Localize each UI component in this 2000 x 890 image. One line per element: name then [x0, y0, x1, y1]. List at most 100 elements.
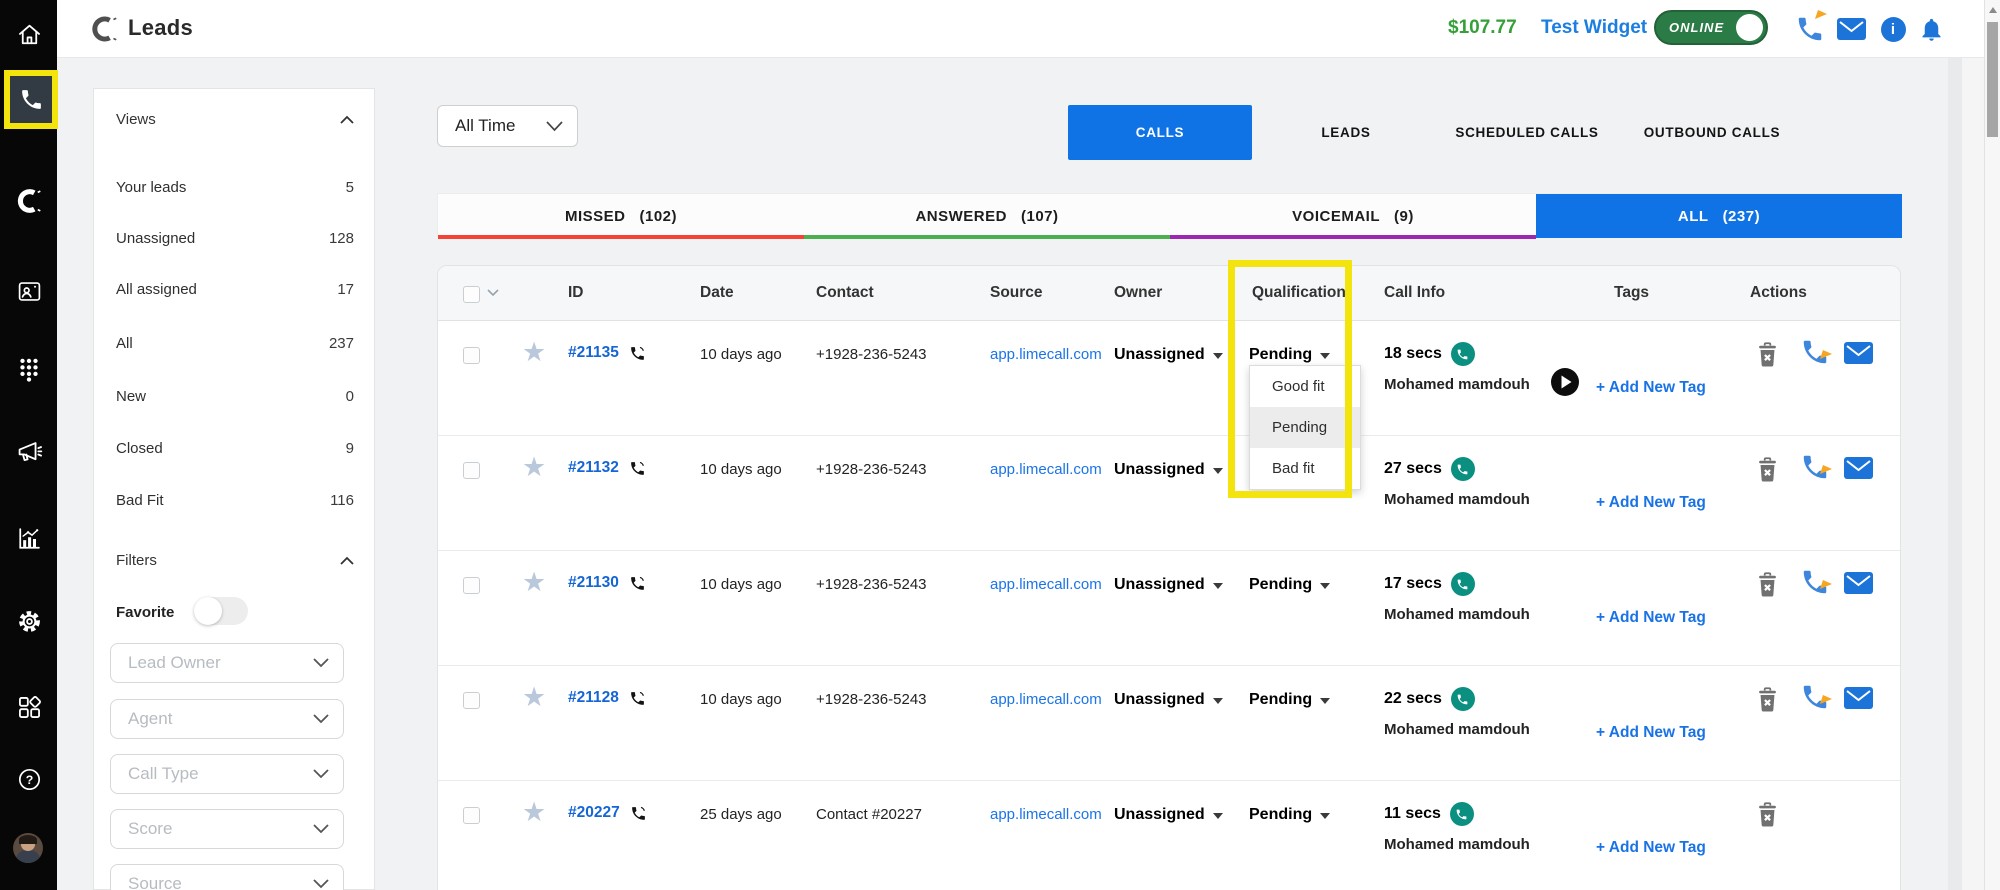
profile-avatar[interactable]: [13, 833, 43, 863]
delete-icon[interactable]: [1754, 686, 1781, 719]
tab-leads[interactable]: LEADS: [1300, 105, 1392, 160]
lead-id-link[interactable]: #20227: [568, 804, 620, 822]
filters-section-header[interactable]: Filters: [116, 552, 354, 569]
source-link[interactable]: app.limecall.com: [990, 461, 1102, 478]
collapse-chevron-up-icon[interactable]: [340, 115, 354, 124]
view-item-unassigned[interactable]: Unassigned128: [116, 230, 354, 247]
qualification-option-pending[interactable]: Pending: [1250, 407, 1360, 448]
add-new-tag-link[interactable]: + Add New Tag: [1596, 609, 1706, 627]
row-checkbox[interactable]: [463, 577, 480, 594]
collapse-chevron-up-icon[interactable]: [340, 556, 354, 565]
add-new-tag-link[interactable]: + Add New Tag: [1596, 839, 1706, 857]
lead-id-link[interactable]: #21130: [568, 574, 619, 592]
notifications-bell-icon[interactable]: [1915, 13, 1947, 45]
delete-icon[interactable]: [1754, 341, 1781, 374]
play-recording-button[interactable]: [1550, 367, 1580, 397]
info-icon[interactable]: i: [1877, 13, 1909, 45]
tab-outbound-calls[interactable]: OUTBOUND CALLS: [1636, 105, 1788, 160]
tab-scheduled-calls[interactable]: SCHEDULED CALLS: [1452, 105, 1602, 160]
favorite-star-icon[interactable]: ★: [522, 684, 546, 711]
view-item-your-leads[interactable]: Your leads5: [116, 179, 354, 196]
owner-dropdown[interactable]: Unassigned: [1114, 806, 1223, 824]
scroll-up-arrow[interactable]: [1989, 7, 1997, 13]
owner-dropdown[interactable]: Unassigned: [1114, 346, 1223, 364]
dialpad-icon[interactable]: [14, 354, 44, 384]
contacts-icon[interactable]: [14, 276, 44, 306]
lead-owner-filter-select[interactable]: Lead Owner: [110, 643, 344, 683]
delete-icon[interactable]: [1754, 801, 1781, 834]
scrollbar-thumb[interactable]: [1987, 22, 1998, 137]
row-checkbox[interactable]: [463, 347, 480, 364]
call-type-filter-select[interactable]: Call Type: [110, 754, 344, 794]
favorite-star-icon[interactable]: ★: [522, 569, 546, 596]
agent-filter-select[interactable]: Agent: [110, 699, 344, 739]
qualification-dropdown[interactable]: Pending: [1249, 691, 1330, 709]
lead-id-link[interactable]: #21132: [568, 459, 619, 477]
call-back-icon[interactable]: [1800, 452, 1830, 487]
email-icon[interactable]: [1844, 342, 1873, 369]
browser-scrollbar[interactable]: [1984, 0, 2000, 890]
source-filter-select[interactable]: Source: [110, 864, 344, 890]
favorite-toggle[interactable]: [194, 597, 248, 625]
owner-dropdown[interactable]: Unassigned: [1114, 576, 1223, 594]
owner-dropdown[interactable]: Unassigned: [1114, 461, 1223, 479]
add-new-tag-link[interactable]: + Add New Tag: [1596, 494, 1706, 512]
delete-icon[interactable]: [1754, 456, 1781, 489]
select-all-checkbox[interactable]: [463, 286, 480, 303]
time-range-select[interactable]: All Time: [437, 105, 578, 147]
call-notifications-icon[interactable]: [1794, 13, 1826, 45]
source-link[interactable]: app.limecall.com: [990, 691, 1102, 708]
source-link[interactable]: app.limecall.com: [990, 346, 1102, 363]
account-balance[interactable]: $107.77: [1448, 17, 1517, 39]
score-filter-select[interactable]: Score: [110, 809, 344, 849]
qualification-dropdown[interactable]: Pending: [1249, 576, 1330, 594]
qualification-dropdown[interactable]: Pending: [1249, 346, 1330, 364]
inner-scrollbar-track[interactable]: [1948, 57, 1962, 890]
owner-dropdown[interactable]: Unassigned: [1114, 691, 1223, 709]
call-back-icon[interactable]: [1800, 567, 1830, 602]
mail-icon[interactable]: [1835, 13, 1867, 45]
online-status-toggle[interactable]: ONLINE: [1654, 10, 1768, 45]
qualification-option-good-fit[interactable]: Good fit: [1250, 366, 1360, 407]
integrations-apps-icon[interactable]: [14, 692, 44, 722]
row-checkbox[interactable]: [463, 692, 480, 709]
view-item-all-assigned[interactable]: All assigned17: [116, 281, 354, 298]
qualification-option-bad-fit[interactable]: Bad fit: [1250, 448, 1360, 489]
lead-id-link[interactable]: #21128: [568, 689, 619, 707]
source-link[interactable]: app.limecall.com: [990, 806, 1102, 823]
header-chevron-down-icon[interactable]: [487, 289, 499, 297]
email-icon[interactable]: [1844, 457, 1873, 484]
tab-all[interactable]: ALL(237): [1536, 194, 1902, 238]
favorite-star-icon[interactable]: ★: [522, 799, 546, 826]
view-item-new[interactable]: New0: [116, 388, 354, 405]
home-icon[interactable]: [14, 19, 44, 49]
analytics-chart-icon[interactable]: [14, 524, 44, 554]
source-link[interactable]: app.limecall.com: [990, 576, 1102, 593]
campaigns-megaphone-icon[interactable]: [14, 436, 44, 466]
tab-answered[interactable]: ANSWERED(107): [804, 194, 1170, 238]
tab-voicemail[interactable]: VOICEMAIL(9): [1170, 194, 1536, 238]
row-checkbox[interactable]: [463, 807, 480, 824]
view-item-closed[interactable]: Closed9: [116, 440, 354, 457]
row-checkbox[interactable]: [463, 462, 480, 479]
add-new-tag-link[interactable]: + Add New Tag: [1596, 379, 1706, 397]
call-back-icon[interactable]: [1800, 682, 1830, 717]
add-new-tag-link[interactable]: + Add New Tag: [1596, 724, 1706, 742]
tab-missed[interactable]: MISSED(102): [438, 194, 804, 238]
view-item-all[interactable]: All237: [116, 335, 354, 352]
views-section-header[interactable]: Views: [116, 111, 354, 128]
settings-gear-icon[interactable]: [14, 606, 44, 636]
test-widget-link[interactable]: Test Widget: [1541, 17, 1647, 39]
help-icon[interactable]: ?: [14, 764, 44, 794]
favorite-star-icon[interactable]: ★: [522, 339, 546, 366]
call-back-icon[interactable]: [1800, 337, 1830, 372]
email-icon[interactable]: [1844, 572, 1873, 599]
tab-calls[interactable]: CALLS: [1068, 105, 1252, 160]
lead-id-link[interactable]: #21135: [568, 344, 619, 362]
leads-magnet-icon[interactable]: [14, 186, 44, 216]
email-icon[interactable]: [1844, 687, 1873, 714]
view-item-bad-fit[interactable]: Bad Fit116: [116, 492, 354, 509]
favorite-star-icon[interactable]: ★: [522, 454, 546, 481]
calls-nav-icon-highlighted[interactable]: [4, 70, 58, 129]
delete-icon[interactable]: [1754, 571, 1781, 604]
